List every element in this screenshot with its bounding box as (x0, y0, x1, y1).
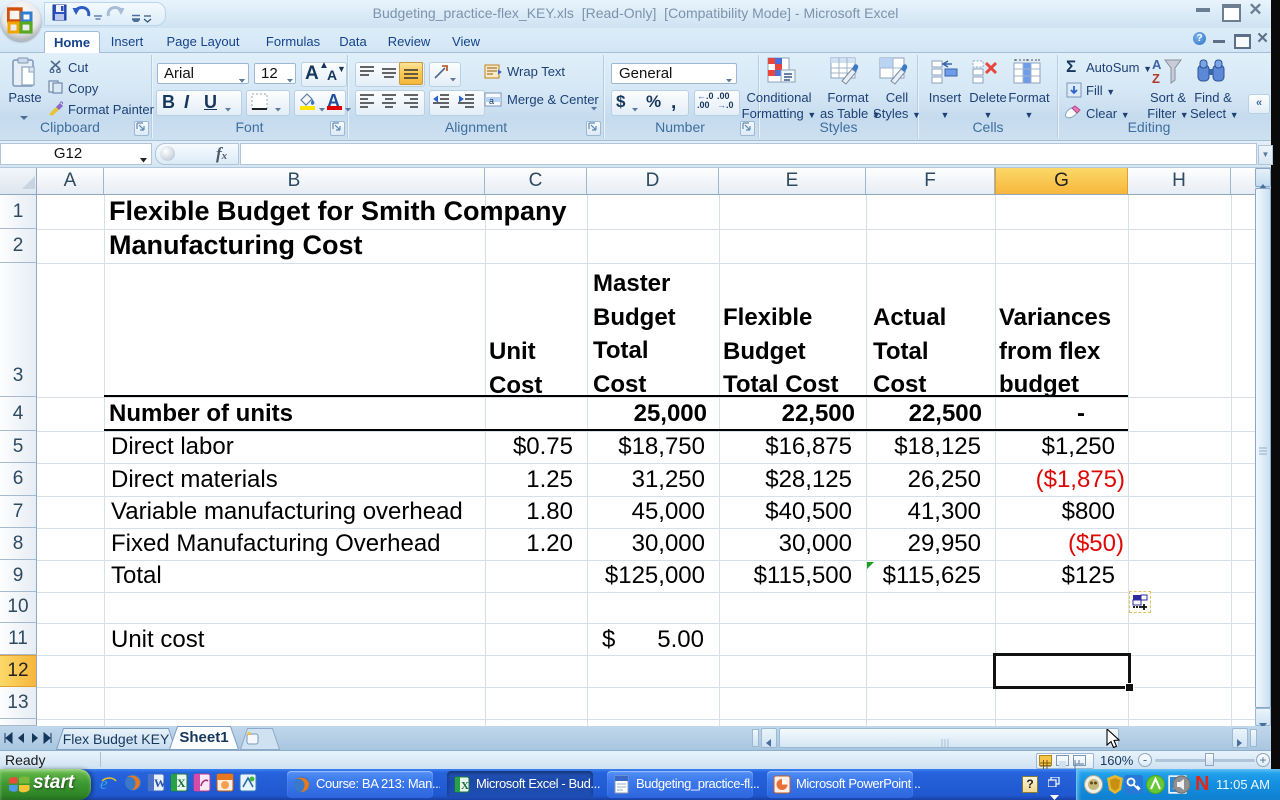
svg-text:X: X (461, 780, 469, 792)
svg-text:e: e (100, 774, 108, 793)
svg-text:X: X (177, 776, 186, 790)
svg-text:A: A (1152, 57, 1162, 72)
svg-text:Z: Z (1152, 71, 1160, 86)
svg-text:W: W (154, 776, 165, 790)
svg-text:a: a (489, 96, 494, 106)
